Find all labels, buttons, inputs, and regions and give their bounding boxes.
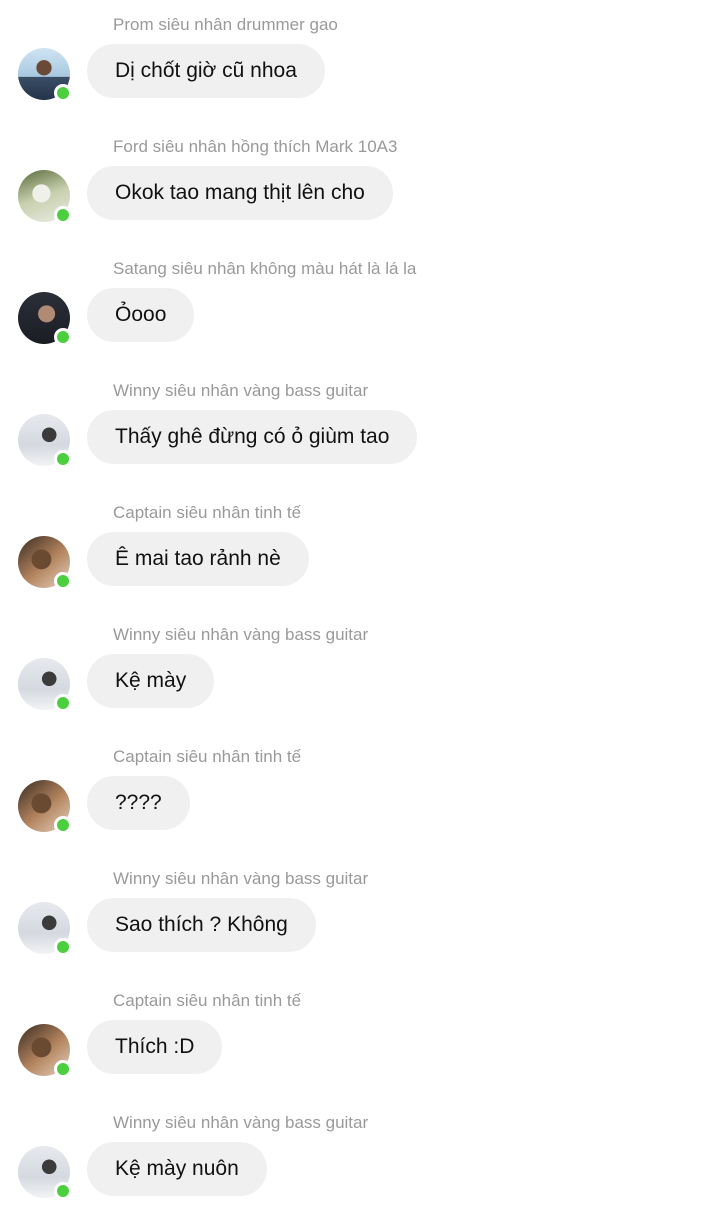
avatar[interactable]: [18, 414, 72, 468]
message-bubble[interactable]: Thấy ghê đừng có ỏ giùm tao: [87, 410, 418, 464]
message-bubble[interactable]: Thích :D: [87, 1020, 223, 1074]
online-status-dot: [54, 816, 72, 834]
online-status-dot: [54, 938, 72, 956]
avatar[interactable]: [18, 780, 72, 834]
message-row: Prom siêu nhân drummer gao Dị chốt giờ c…: [0, 0, 720, 122]
message-row: Winny siêu nhân vàng bass guitar Kệ mày …: [0, 1098, 720, 1220]
message-row: Captain siêu nhân tinh tế ????: [0, 732, 720, 854]
online-status-dot: [54, 328, 72, 346]
avatar[interactable]: [18, 1024, 72, 1078]
sender-name: Winny siêu nhân vàng bass guitar: [113, 381, 369, 400]
online-status-dot: [54, 206, 72, 224]
online-status-dot: [54, 84, 72, 102]
message-row: Winny siêu nhân vàng bass guitar Thấy gh…: [0, 366, 720, 488]
message-bubble[interactable]: ????: [87, 776, 190, 830]
message-row: Winny siêu nhân vàng bass guitar Kệ mày: [0, 610, 720, 732]
message-bubble[interactable]: Ỏooo: [87, 288, 195, 342]
sender-name: Prom siêu nhân drummer gao: [113, 15, 338, 34]
message-bubble[interactable]: Kệ mày nuôn: [87, 1142, 267, 1196]
sender-name: Captain siêu nhân tinh tế: [113, 747, 302, 766]
avatar[interactable]: [18, 48, 72, 102]
avatar[interactable]: [18, 536, 72, 590]
avatar[interactable]: [18, 292, 72, 346]
message-bubble[interactable]: Sao thích ? Không: [87, 898, 316, 952]
avatar[interactable]: [18, 902, 72, 956]
sender-name: Winny siêu nhân vàng bass guitar: [113, 869, 369, 888]
sender-name: Captain siêu nhân tinh tế: [113, 991, 302, 1010]
message-row: Winny siêu nhân vàng bass guitar Sao thí…: [0, 854, 720, 976]
message-bubble[interactable]: Dị chốt giờ cũ nhoa: [87, 44, 325, 98]
sender-name: Winny siêu nhân vàng bass guitar: [113, 1113, 369, 1132]
sender-name: Captain siêu nhân tinh tế: [113, 503, 302, 522]
message-row: Satang siêu nhân không màu hát là lá la …: [0, 244, 720, 366]
avatar[interactable]: [18, 658, 72, 712]
message-row: Captain siêu nhân tinh tế Ê mai tao rảnh…: [0, 488, 720, 610]
sender-name: Ford siêu nhân hồng thích Mark 10A3: [113, 137, 398, 156]
avatar[interactable]: [18, 1146, 72, 1200]
message-row: Ford siêu nhân hồng thích Mark 10A3 Okok…: [0, 122, 720, 244]
message-bubble[interactable]: Okok tao mang thịt lên cho: [87, 166, 393, 220]
online-status-dot: [54, 1060, 72, 1078]
sender-name: Satang siêu nhân không màu hát là lá la: [113, 259, 417, 278]
message-bubble[interactable]: Kệ mày: [87, 654, 215, 708]
avatar[interactable]: [18, 170, 72, 224]
sender-name: Winny siêu nhân vàng bass guitar: [113, 625, 369, 644]
online-status-dot: [54, 1182, 72, 1200]
message-row: Captain siêu nhân tinh tế Thích :D: [0, 976, 720, 1098]
online-status-dot: [54, 450, 72, 468]
online-status-dot: [54, 572, 72, 590]
message-bubble[interactable]: Ê mai tao rảnh nè: [87, 532, 309, 586]
online-status-dot: [54, 694, 72, 712]
